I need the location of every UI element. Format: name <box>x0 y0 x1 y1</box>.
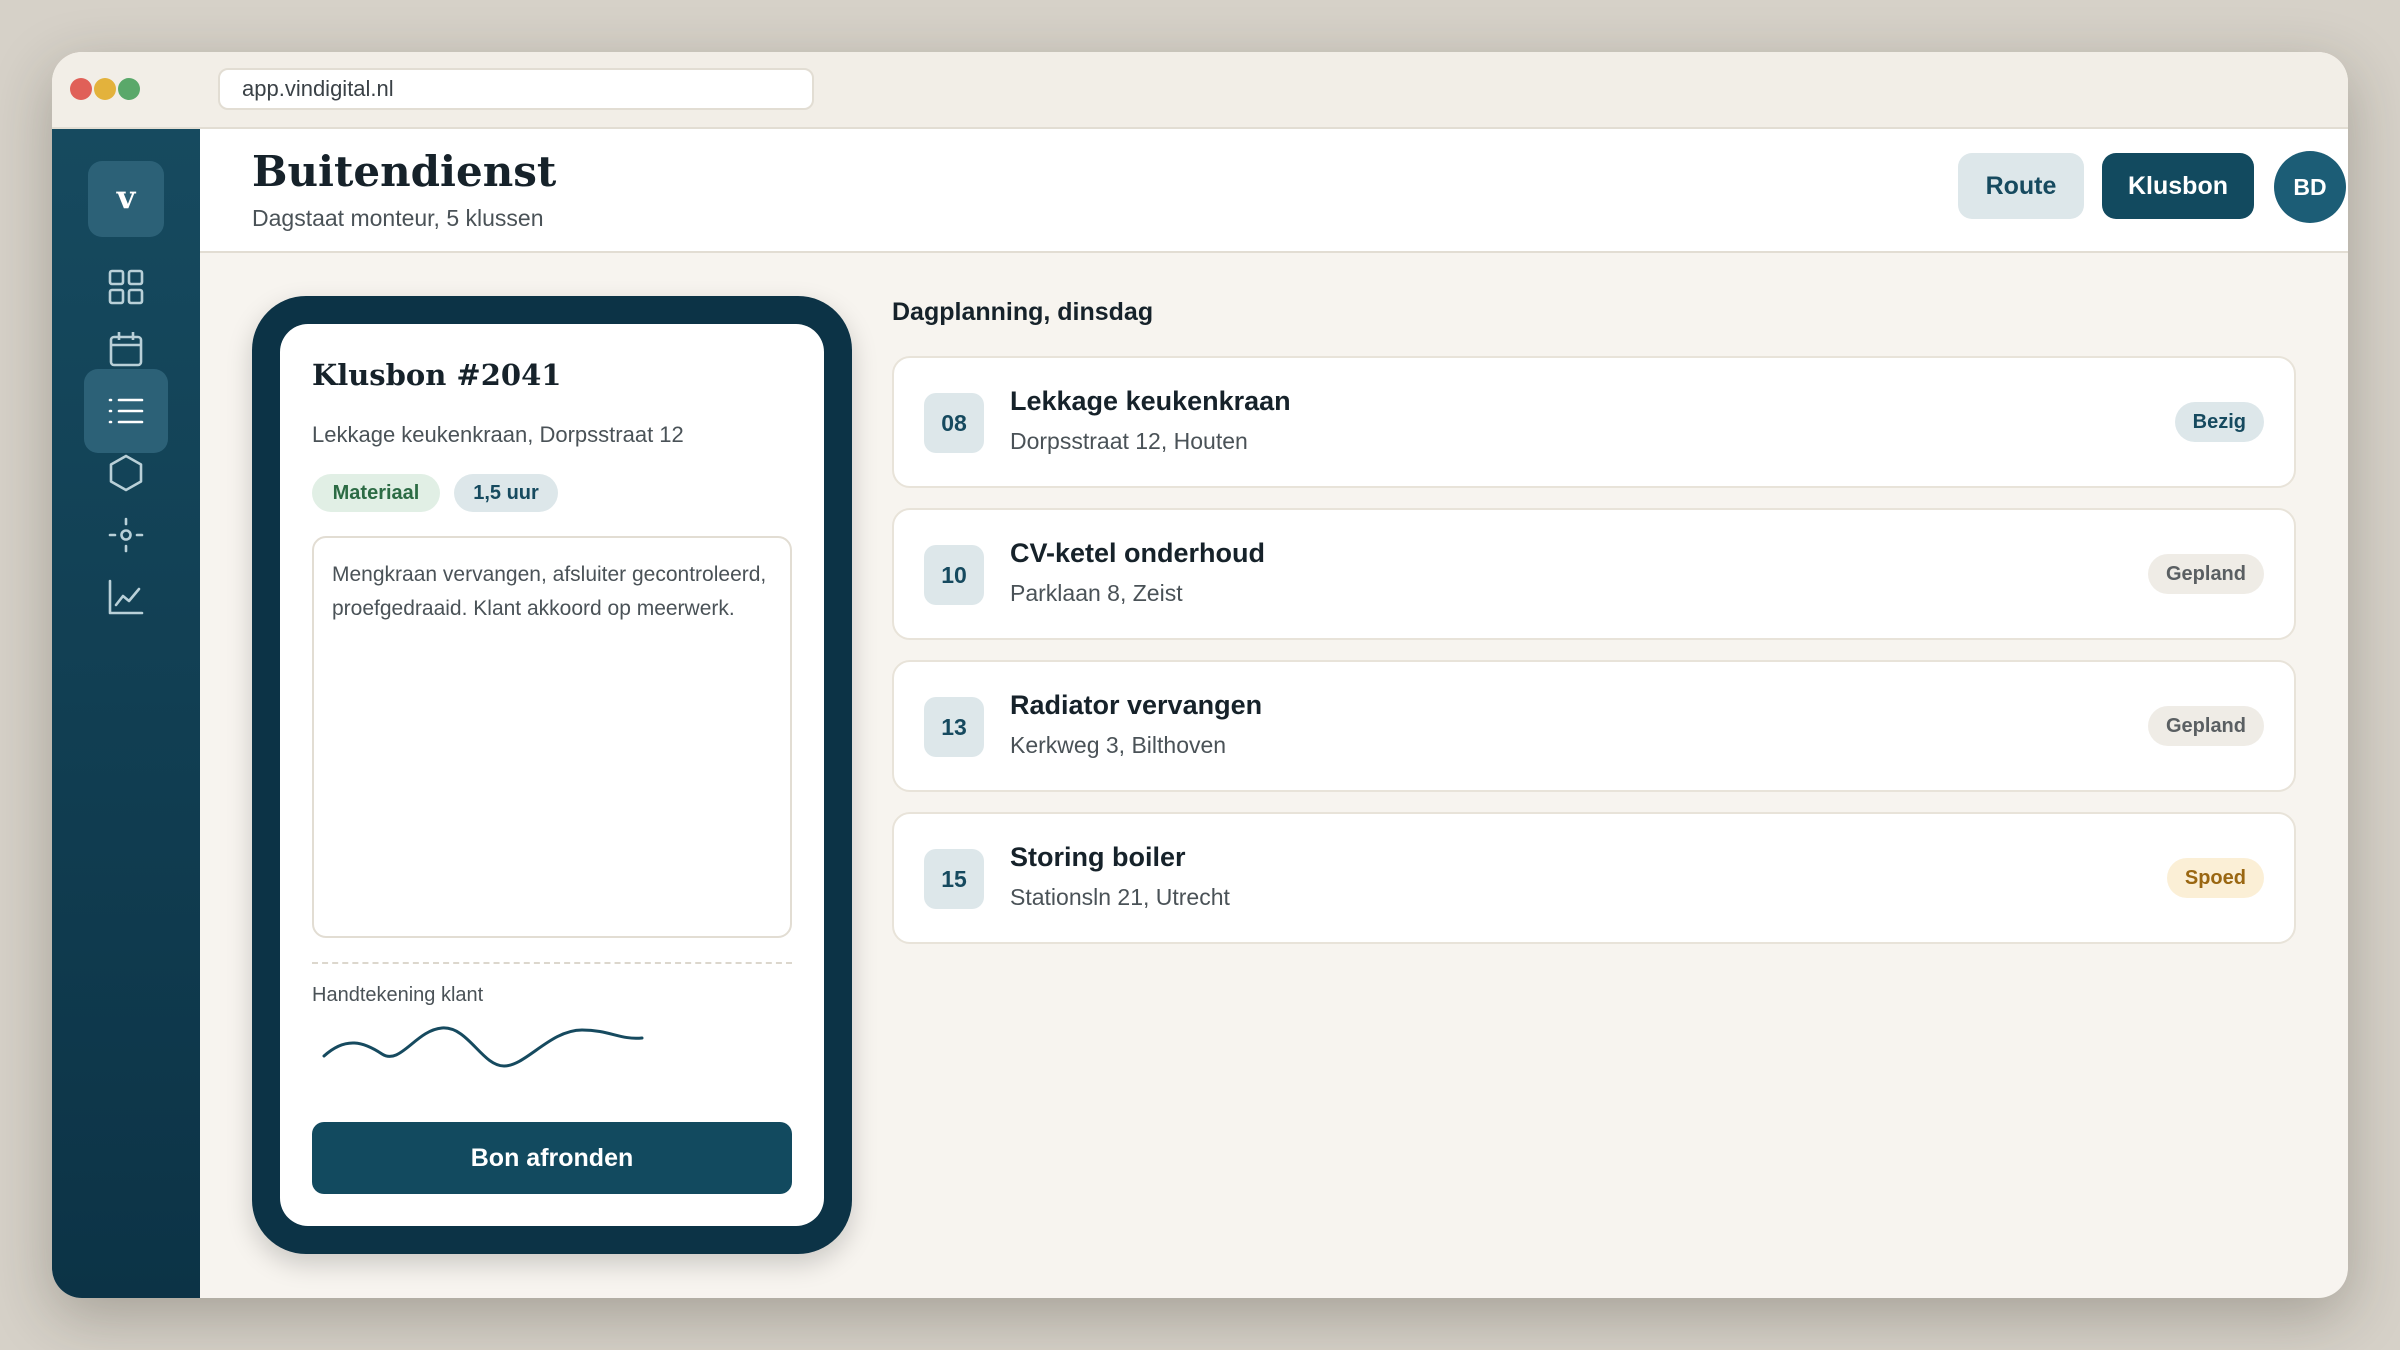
schedule-item[interactable]: 08 Lekkage keukenkraan Dorpsstraat 12, H… <box>892 356 2296 488</box>
url-bar[interactable]: app.vindigital.nl <box>218 68 814 110</box>
job-title: CV-ketel onderhoud <box>1010 538 1266 568</box>
hexagon-icon <box>109 454 143 492</box>
avatar[interactable]: BD <box>2274 151 2346 223</box>
status-badge: Bezig <box>2174 402 2264 442</box>
duration-tag: 1,5 uur <box>454 474 558 512</box>
job-address: Dorpsstraat 12, Houten <box>1010 428 1248 454</box>
job-title: Storing boiler <box>1010 842 1186 872</box>
signature-label: Handtekening klant <box>312 984 484 1006</box>
klusbon-button[interactable]: Klusbon <box>2102 153 2254 219</box>
notes-textarea[interactable]: Mengkraan vervangen, afsluiter gecontrol… <box>312 536 792 938</box>
job-time: 15 <box>924 849 984 909</box>
schedule-item[interactable]: 15 Storing boiler Stationsln 21, Utrecht… <box>892 812 2296 944</box>
job-time: 10 <box>924 545 984 605</box>
workorder-title: Klusbon #2041 <box>312 358 562 392</box>
status-badge: Gepland <box>2147 706 2264 746</box>
app-logo[interactable]: v <box>88 161 164 237</box>
calendar-icon <box>109 332 143 367</box>
job-address: Kerkweg 3, Bilthoven <box>1010 732 1227 758</box>
nav-reports[interactable] <box>84 555 168 639</box>
job-address: Parklaan 8, Zeist <box>1010 580 1183 606</box>
divider <box>312 962 792 964</box>
close-window-button[interactable] <box>70 78 92 100</box>
page-subtitle: Dagstaat monteur, 5 klussen <box>252 205 544 231</box>
signature-pad[interactable] <box>320 1020 650 1074</box>
schedule-item[interactable]: 10 CV-ketel onderhoud Parklaan 8, Zeist … <box>892 508 2296 640</box>
workorder-subtitle: Lekkage keukenkraan, Dorpsstraat 12 <box>312 422 684 447</box>
page-header: Buitendienst Dagstaat monteur, 5 klussen… <box>200 129 2348 253</box>
browser-titlebar: app.vindigital.nl <box>52 52 2348 129</box>
job-title: Radiator vervangen <box>1010 690 1263 720</box>
route-button[interactable]: Route <box>1958 153 2084 219</box>
workorder-phone-frame: Klusbon #2041 Lekkage keukenkraan, Dorps… <box>252 296 852 1254</box>
chart-icon <box>108 579 144 615</box>
app-window: app.vindigital.nl v Buitendienst Dagstaa… <box>52 52 2348 1298</box>
job-title: Lekkage keukenkraan <box>1010 386 1291 416</box>
status-badge: Spoed <box>2166 858 2264 898</box>
finish-workorder-button[interactable]: Bon afronden <box>312 1122 792 1194</box>
maximize-window-button[interactable] <box>118 78 140 100</box>
grid-icon <box>108 269 144 305</box>
schedule-item[interactable]: 13 Radiator vervangen Kerkweg 3, Bilthov… <box>892 660 2296 792</box>
location-icon <box>108 517 144 553</box>
sidebar: v <box>52 129 200 1298</box>
page-title: Buitendienst <box>252 147 557 196</box>
schedule-title: Dagplanning, dinsdag <box>892 298 1154 326</box>
status-badge: Gepland <box>2147 554 2264 594</box>
workorder-card: Klusbon #2041 Lekkage keukenkraan, Dorps… <box>280 324 824 1226</box>
job-address: Stationsln 21, Utrecht <box>1010 884 1230 910</box>
material-tag: Materiaal <box>312 474 440 512</box>
list-icon <box>108 398 144 424</box>
job-time: 13 <box>924 697 984 757</box>
minimize-window-button[interactable] <box>94 78 116 100</box>
job-time: 08 <box>924 393 984 453</box>
